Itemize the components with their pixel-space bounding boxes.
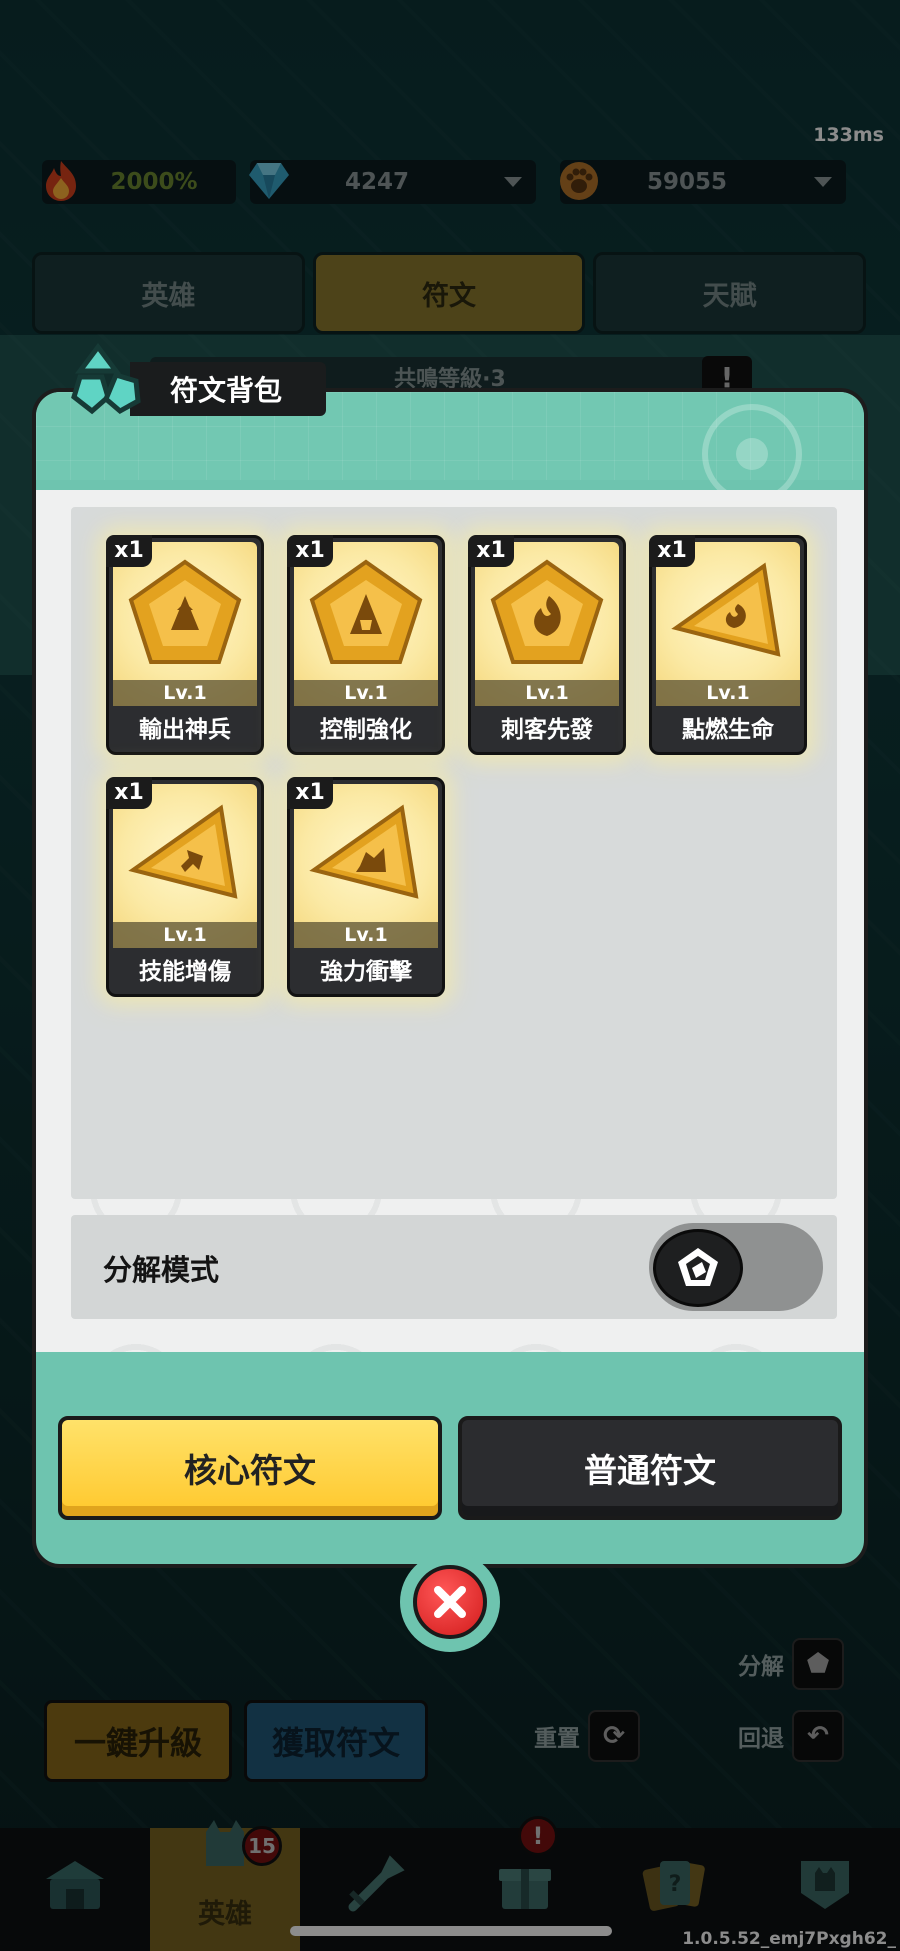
rune-quantity: x1 <box>287 535 333 567</box>
modal-title-banner: 符文背包 <box>58 342 327 428</box>
rune-name: 強力衝擊 <box>320 959 412 985</box>
rune-quantity: x1 <box>106 535 152 567</box>
decompose-icon <box>653 1229 743 1307</box>
rune-bag-modal: Lv.1 輸出神兵 x1 Lv.1 控制強化 x1 Lv.1 刺客先發 x1 L… <box>32 388 868 1568</box>
rune-card[interactable]: Lv.1 控制強化 x1 <box>287 535 445 755</box>
rune-quantity: x1 <box>106 777 152 809</box>
rune-quantity: x1 <box>649 535 695 567</box>
rune-card[interactable]: Lv.1 刺客先發 x1 <box>468 535 626 755</box>
rune-name: 輸出神兵 <box>139 717 231 743</box>
rune-level: Lv.1 <box>113 922 257 948</box>
rune-name: 點燃生命 <box>682 717 774 743</box>
rune-quantity: x1 <box>287 777 333 809</box>
close-icon <box>434 1586 466 1618</box>
rune-level: Lv.1 <box>113 680 257 706</box>
rune-name: 技能增傷 <box>139 959 231 985</box>
modal-title: 符文背包 <box>130 362 327 416</box>
normal-runes-button[interactable]: 普通符文 <box>458 1416 842 1520</box>
rune-level: Lv.1 <box>294 922 438 948</box>
rune-level: Lv.1 <box>475 680 619 706</box>
rune-name: 刺客先發 <box>501 717 593 743</box>
decompose-mode-row: 分解模式 <box>71 1215 837 1319</box>
rune-card[interactable]: Lv.1 輸出神兵 x1 <box>106 535 264 755</box>
decompose-mode-toggle[interactable] <box>649 1223 823 1311</box>
close-button[interactable] <box>413 1565 487 1639</box>
decompose-mode-label: 分解模式 <box>103 1253 220 1287</box>
rune-level: Lv.1 <box>294 680 438 706</box>
rune-card[interactable]: Lv.1 點燃生命 x1 <box>649 535 807 755</box>
rune-level: Lv.1 <box>656 680 800 706</box>
core-runes-button[interactable]: 核心符文 <box>58 1416 442 1520</box>
close-button-wrap <box>400 1552 500 1652</box>
rune-name: 控制強化 <box>320 717 412 743</box>
rune-card[interactable]: Lv.1 技能增傷 x1 <box>106 777 264 997</box>
rune-bag-icon <box>58 341 154 437</box>
rune-card[interactable]: Lv.1 強力衝擊 x1 <box>287 777 445 997</box>
rune-quantity: x1 <box>468 535 514 567</box>
